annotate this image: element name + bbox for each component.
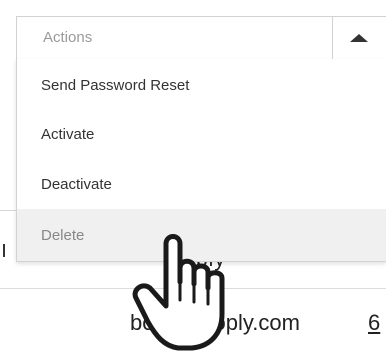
actions-select-label: Actions (43, 29, 93, 46)
table-cell-fragment (3, 244, 5, 257)
select-toggle-button[interactable] (332, 17, 386, 59)
table-cell-link[interactable]: 6 (368, 310, 380, 336)
menu-item-deactivate[interactable]: Deactivate (17, 159, 386, 209)
caret-up-icon (349, 34, 368, 42)
menu-item-label: Deactivate (41, 175, 112, 193)
hand-pointer-icon (132, 234, 225, 351)
menu-item-send-password-reset[interactable]: Send Password Reset (17, 59, 386, 109)
menu-item-label: Send Password Reset (41, 76, 190, 94)
menu-item-activate[interactable]: Activate (17, 109, 386, 159)
actions-select[interactable]: Actions (16, 16, 386, 60)
menu-item-label: Activate (41, 125, 95, 143)
menu-item-label: Delete (41, 226, 85, 244)
